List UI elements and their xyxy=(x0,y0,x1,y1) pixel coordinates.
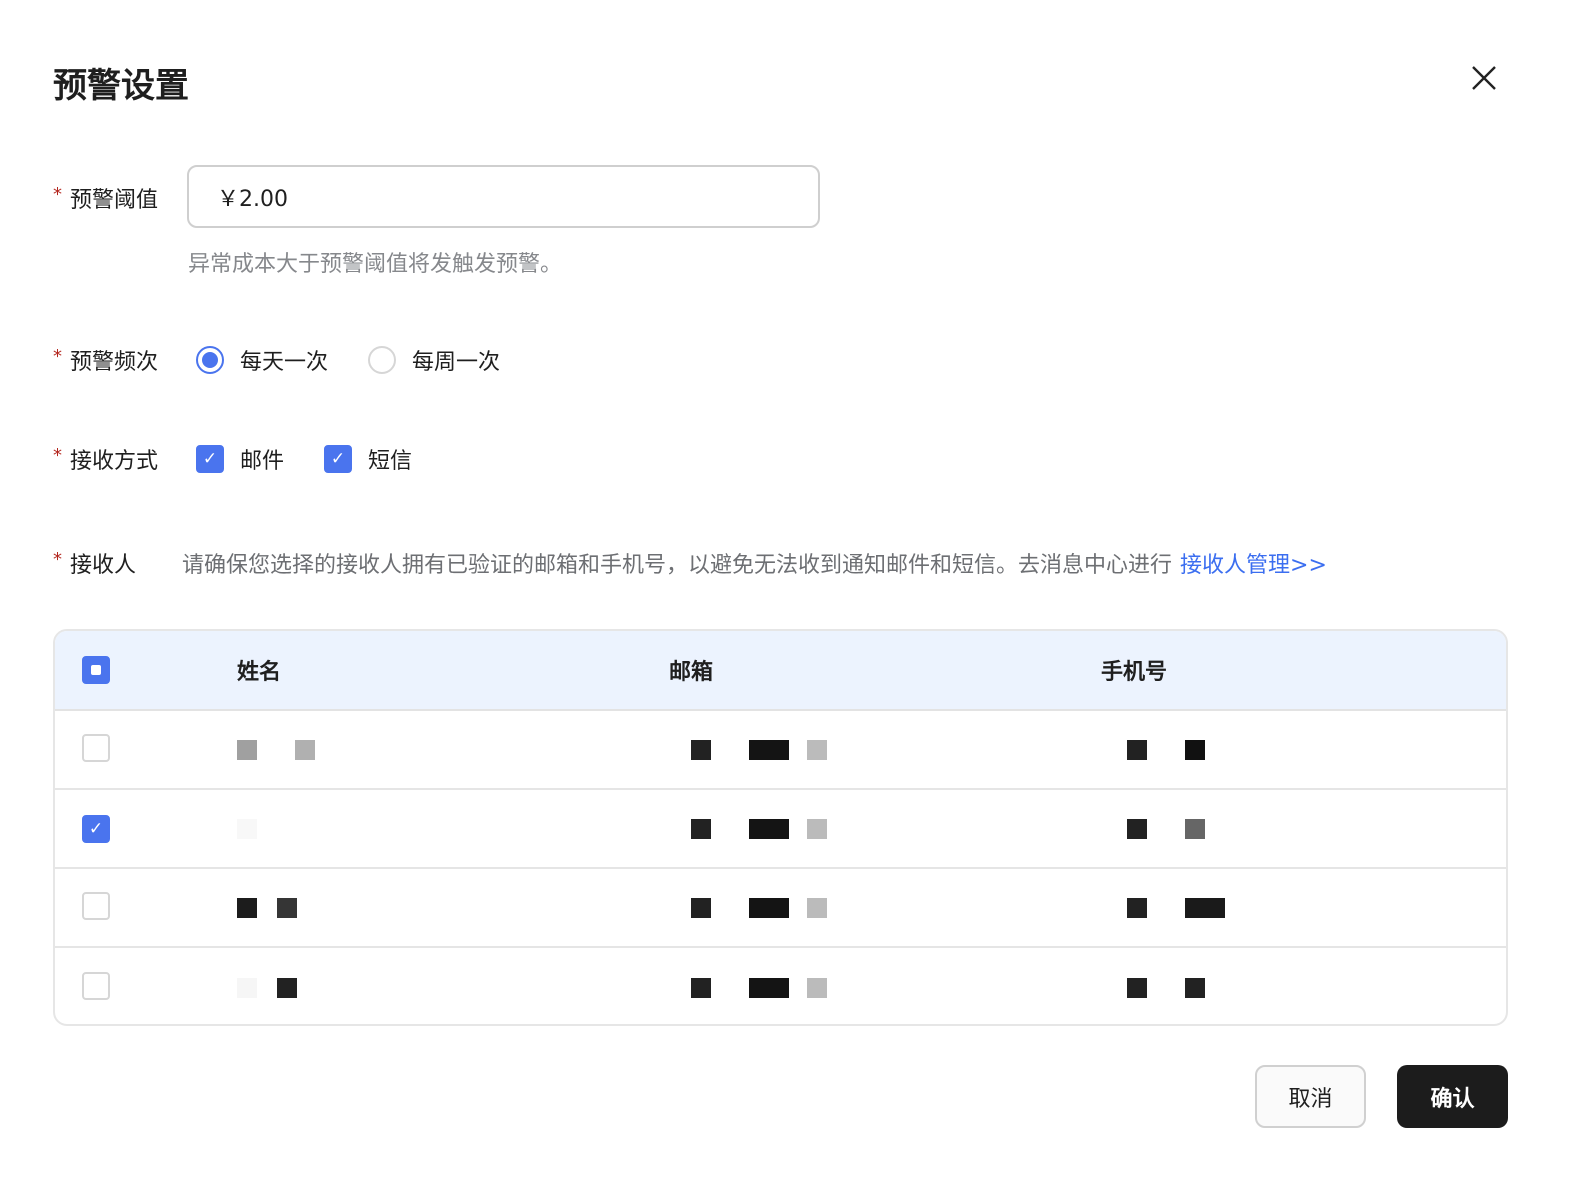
column-name: 姓名 xyxy=(237,660,282,685)
radio-daily[interactable]: 每天一次 xyxy=(196,344,328,376)
redacted-name xyxy=(237,739,669,760)
method-row: * 接收方式 ✓ 邮件 ✓ 短信 xyxy=(53,443,452,475)
redacted-phone xyxy=(1101,818,1506,839)
table-row[interactable] xyxy=(55,711,1506,790)
check-icon[interactable]: ✓ xyxy=(196,445,224,473)
threshold-input[interactable]: ￥2.00 xyxy=(187,165,820,228)
redacted-email xyxy=(669,818,1101,839)
threshold-row: * 预警阈值 xyxy=(53,182,196,214)
checkbox-label: 短信 xyxy=(368,449,413,474)
recipients-label: 接收人 xyxy=(70,553,137,578)
table-header: 姓名 邮箱 手机号 xyxy=(55,631,1506,711)
redacted-email xyxy=(669,977,1101,998)
column-email: 邮箱 xyxy=(669,660,714,685)
column-phone: 手机号 xyxy=(1101,660,1168,685)
radio-icon[interactable] xyxy=(368,346,397,374)
row-checkbox[interactable] xyxy=(82,733,110,762)
redacted-name xyxy=(237,818,669,839)
frequency-row: * 预警频次 每天一次 每周一次 xyxy=(53,344,540,376)
checkbox-label: 邮件 xyxy=(240,449,285,474)
dialog-title: 预警设置 xyxy=(53,66,189,106)
redacted-phone xyxy=(1101,977,1506,998)
method-label: 接收方式 xyxy=(70,449,159,474)
frequency-label: 预警频次 xyxy=(70,350,159,375)
redacted-email xyxy=(669,897,1101,918)
required-mark: * xyxy=(53,549,62,570)
redacted-name xyxy=(237,897,669,918)
row-checkbox[interactable] xyxy=(82,891,110,920)
recipient-management-link[interactable]: 接收人管理>> xyxy=(1180,547,1327,579)
radio-weekly[interactable]: 每周一次 xyxy=(368,344,500,376)
required-mark: * xyxy=(53,184,62,205)
close-icon[interactable] xyxy=(1468,62,1500,94)
cancel-button[interactable]: 取消 xyxy=(1255,1065,1366,1128)
recipients-row: * 接收人 请确保您选择的接收人拥有已验证的邮箱和手机号，以避免无法收到通知邮件… xyxy=(53,547,1327,579)
row-checkbox-checked[interactable]: ✓ xyxy=(82,814,110,843)
radio-label: 每天一次 xyxy=(240,350,329,375)
redacted-email xyxy=(669,739,1101,760)
check-icon[interactable]: ✓ xyxy=(324,445,353,473)
recipients-table: 姓名 邮箱 手机号 ✓ xyxy=(53,629,1508,1026)
select-all-checkbox[interactable] xyxy=(82,656,110,684)
required-mark: * xyxy=(53,445,62,466)
checkbox-sms[interactable]: ✓ 短信 xyxy=(324,443,412,475)
table-row[interactable] xyxy=(55,948,1506,1024)
row-checkbox[interactable] xyxy=(82,971,110,1000)
radio-icon[interactable] xyxy=(196,346,224,374)
threshold-label: 预警阈值 xyxy=(70,188,159,213)
recipients-note: 请确保您选择的接收人拥有已验证的邮箱和手机号，以避免无法收到通知邮件和短信。去消… xyxy=(182,553,1173,578)
redacted-name xyxy=(237,977,669,998)
confirm-button[interactable]: 确认 xyxy=(1397,1065,1508,1128)
redacted-phone xyxy=(1101,739,1506,760)
radio-label: 每周一次 xyxy=(412,350,501,375)
threshold-hint: 异常成本大于预警阈值将发触发预警。 xyxy=(188,252,563,277)
redacted-phone xyxy=(1101,897,1506,918)
table-row[interactable] xyxy=(55,869,1506,948)
required-mark: * xyxy=(53,346,62,367)
checkbox-email[interactable]: ✓ 邮件 xyxy=(196,443,284,475)
table-row[interactable]: ✓ xyxy=(55,790,1506,869)
